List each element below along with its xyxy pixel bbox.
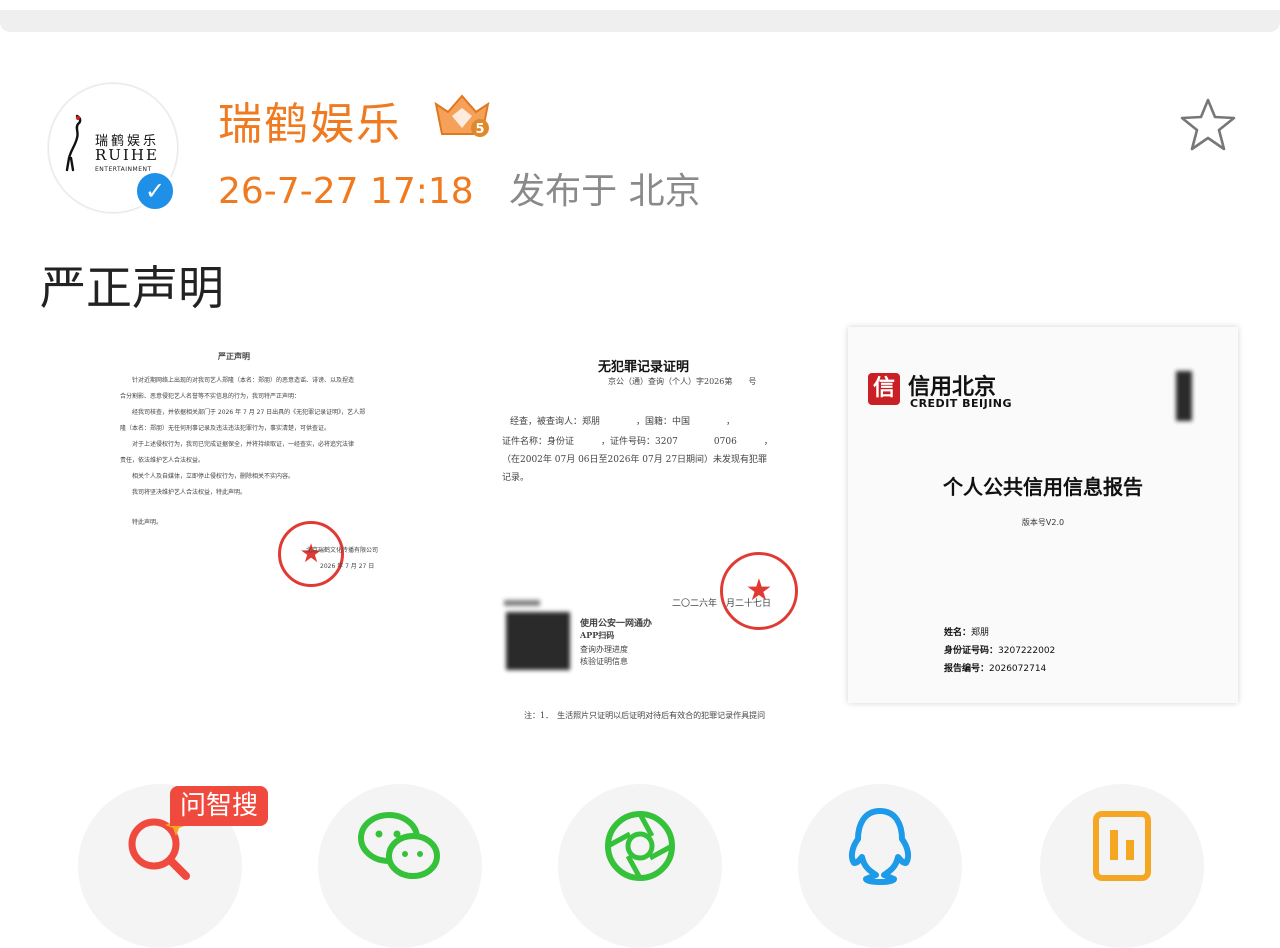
- top-strip: [0, 0, 1280, 32]
- redacted-block: [504, 600, 540, 606]
- post-time: 26-7-27 17:18: [218, 171, 474, 212]
- share-qq-button[interactable]: [798, 784, 962, 948]
- statement-title: 严正声明: [218, 352, 250, 361]
- ai-search-tag[interactable]: 问智搜: [170, 786, 269, 826]
- statement-line: 责任，依法维护艺人合法权益。: [120, 457, 205, 464]
- post-meta: 26-7-27 17:18 发布于 北京: [218, 162, 701, 214]
- credit-report-title: 个人公共信用信息报告: [943, 475, 1143, 499]
- clearance-line: 证件名称：身份证 ，证件号码：3207 0706 ，: [502, 437, 773, 447]
- credit-beijing-logo-icon: 信: [868, 373, 900, 405]
- credit-name-value: 郑朋: [971, 628, 990, 638]
- credit-name-field: 姓名：郑朋: [944, 625, 989, 638]
- qq-icon: [848, 808, 912, 886]
- clearance-date: 二〇二六年 月二十七日: [672, 599, 772, 609]
- vip-level-number: 5: [475, 122, 484, 137]
- statement-line: 对于上述侵权行为，我司已完成证据保全，并将持续取证，一经查实，必将追究法律: [132, 441, 355, 448]
- statement-line: 特此声明。: [132, 519, 163, 526]
- post-location: 发布于 北京: [509, 171, 701, 212]
- avatar-brand-sub: ENTERTAINMENT: [95, 166, 152, 173]
- credit-logo-en: CREDIT BEIJING: [910, 397, 1013, 410]
- statement-line: 相关个人及自媒体，立即停止侵权行为，删除相关不实内容。: [132, 473, 295, 480]
- qr-sub: 核验证明信息: [580, 657, 628, 666]
- credit-name-label: 姓名：: [944, 628, 972, 638]
- moments-icon: [605, 811, 675, 882]
- clearance-title: 无犯罪记录证明: [598, 360, 690, 375]
- credit-report-image[interactable]: 信 信用北京 CREDIT BEIJING 个人公共信用信息报告 版本号V2.0…: [848, 327, 1238, 703]
- statement-line: 隆（本名：郑朋）无任何刑事记录及违法违法犯罪行为，事实清楚，可供查证。: [120, 425, 331, 432]
- credit-report-version: 版本号V2.0: [1021, 518, 1065, 527]
- wechat-icon: [358, 812, 440, 880]
- statement-line: 我司将坚决维护艺人合法权益，特此声明。: [132, 489, 247, 496]
- qr-sub: 查询办理进度: [580, 645, 628, 654]
- company-seal-icon: ★: [278, 521, 344, 587]
- statement-sign-date: 2026 年 7 月 27 日: [320, 563, 375, 570]
- statement-line: 合分割影、恶意侵犯艺人名誉等不实信息的行为，我司特严正声明：: [120, 393, 301, 400]
- statement-document-image[interactable]: 严正声明 针对近期网络上出现的对我司艺人郑隆（本名：郑朋）的恶意造谣、诽谤、以及…: [110, 345, 400, 590]
- share-moments-button[interactable]: [558, 784, 722, 948]
- credit-id-field: 身份证号码：3207222002: [944, 643, 1055, 656]
- credit-id-label: 身份证号码：: [944, 646, 999, 656]
- qr-sub: APP扫码: [580, 630, 615, 640]
- police-seal-icon: ★: [720, 552, 798, 630]
- clearance-footnote: 注：1． 生活照片只证明以后证明对待后有效合的犯罪记录作具提问: [524, 711, 766, 720]
- statement-line: 经我司核查，并依据相关部门于 2026 年 7 月 27 日出具的《无犯罪记录证…: [132, 409, 366, 416]
- redacted-block: [1176, 371, 1192, 421]
- statement-sign-company: 北京瑞鹤文化传播有限公司: [306, 547, 379, 554]
- clearance-line: 经查，被查询人：郑朋 ，国籍：中国 ，: [510, 417, 736, 427]
- share-more-button[interactable]: [1040, 784, 1204, 948]
- post-headline: 严正声明: [40, 261, 224, 315]
- crane-logo-icon: [65, 114, 82, 172]
- avatar-brand-en: RUIHE: [95, 146, 159, 164]
- user-name[interactable]: 瑞鹤娱乐: [218, 88, 402, 152]
- clearance-line: （在2002年 07月 06日至2026年 07月 27日期间）未发现有犯罪: [502, 455, 768, 465]
- clearance-line: 记录。: [502, 473, 530, 483]
- verified-icon: ✓: [134, 170, 176, 212]
- clearance-certificate-image[interactable]: 无犯罪记录证明 京公（通）查询（个人）字2026第 号 经查，被查询人：郑朋 ，…: [494, 348, 804, 720]
- credit-report-label: 报告编号：: [944, 664, 990, 674]
- app-icon: [1093, 811, 1151, 882]
- credit-id-value: 3207222002: [998, 646, 1056, 656]
- statement-line: 针对近期网络上出现的对我司艺人郑隆（本名：郑朋）的恶意造谣、诽谤、以及捏造: [132, 377, 355, 384]
- share-wechat-button[interactable]: [318, 784, 482, 948]
- qr-code-icon: [506, 612, 570, 670]
- credit-report-no-field: 报告编号：2026072714: [944, 661, 1046, 674]
- clearance-ref: 京公（通）查询（个人）字2026第 号: [608, 377, 757, 386]
- star-outline-icon[interactable]: [1178, 96, 1238, 154]
- credit-report-value: 2026072714: [989, 664, 1047, 674]
- vip-level-badge: 5: [434, 94, 490, 137]
- qr-title: 使用公安一网通办: [580, 619, 653, 629]
